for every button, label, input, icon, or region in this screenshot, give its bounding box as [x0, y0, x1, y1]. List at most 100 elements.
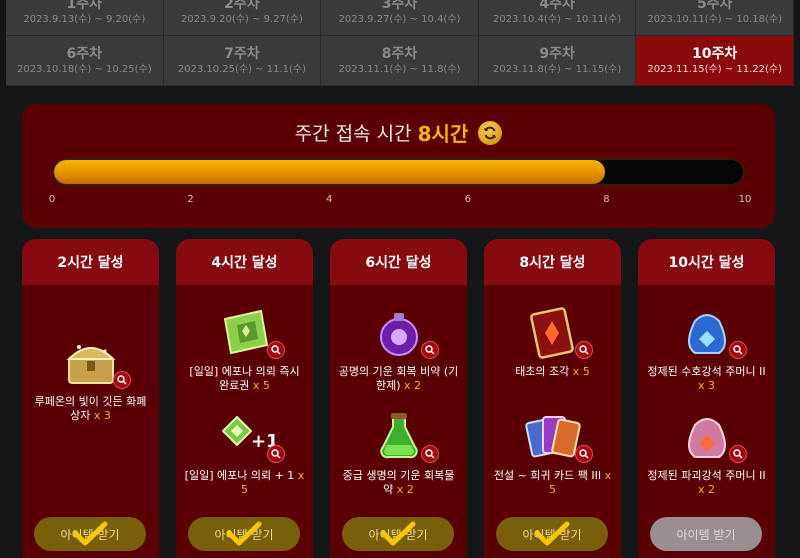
magnifier-glyph	[270, 449, 281, 459]
zoom-icon[interactable]	[574, 341, 593, 359]
reward-item-name: 정제된 파괴강석 주머니 II x 2	[647, 469, 767, 497]
primal-shard-icon	[523, 305, 583, 361]
reward-item-name: 중급 생명의 기운 회복물약 x 2	[339, 469, 459, 497]
reward-item: 태초의 조각 x 5	[484, 305, 621, 379]
progress-tick: 4	[326, 194, 333, 205]
reward-card: 4시간 달성 [일일] 에포나 의뢰 즉시 완료권 x 5 +1 [일일] 에포나 의…	[176, 239, 313, 558]
reward-item-name: 루페온의 빛이 깃든 화폐 상자 x 3	[31, 395, 151, 423]
reward-item-label: 전설 ~ 희귀 카드 팩 III	[493, 469, 605, 482]
reward-item-icon-wrap	[677, 409, 747, 465]
week-range: 2023.10.4(수) ~ 10.11(수)	[492, 13, 622, 25]
check-glyph	[72, 521, 108, 546]
treasure-chest-icon	[61, 335, 121, 391]
reward-item-name: 정제된 수호강석 주머니 II x 3	[647, 365, 767, 393]
reward-card-body: 루페온의 빛이 깃든 화폐 상자 x 3 아이템 받기	[22, 285, 159, 558]
reward-item-name: [일일] 에포나 의뢰 + 1 x 5	[185, 469, 305, 497]
week-tab-2[interactable]: 2주차 2023.9.20(수) ~ 9.27(수)	[163, 0, 322, 36]
refresh-icon[interactable]	[478, 120, 503, 145]
reward-item-icon-wrap	[369, 305, 439, 361]
magnifier-glyph	[424, 345, 435, 355]
week-tab-6[interactable]: 6주차 2023.10.18(수) ~ 10.25(수)	[6, 36, 164, 86]
reward-item: 정제된 파괴강석 주머니 II x 2	[638, 409, 775, 497]
reward-item-name: [일일] 에포나 의뢰 즉시 완료권 x 5	[185, 365, 305, 393]
magnifier-glyph	[732, 449, 743, 459]
green-potion-icon	[369, 409, 429, 465]
reward-card-title: 8시간 달성	[484, 239, 621, 285]
week-tab-7[interactable]: 7주차 2023.10.25(수) ~ 11.1(수)	[163, 36, 322, 86]
claimed-check-icon	[188, 517, 300, 551]
reward-card-body: [일일] 에포나 의뢰 즉시 완료권 x 5 +1 [일일] 에포나 의뢰 + 1 …	[176, 285, 313, 558]
week-range: 2023.9.27(수) ~ 10.4(수)	[338, 13, 461, 25]
week-range: 2023.10.18(수) ~ 10.25(수)	[16, 63, 152, 75]
reward-item-name: 공명의 기운 회복 비약 (기한제) x 2	[339, 365, 459, 393]
check-glyph	[380, 521, 416, 546]
reward-item-label: [일일] 에포나 의뢰 즉시 완료권	[189, 365, 300, 392]
week-label: 5주차	[696, 0, 733, 12]
playtime-progress-fill	[54, 160, 606, 184]
week-label: 4주차	[539, 0, 575, 12]
week-tab-1[interactable]: 1주차 2023.9.13(수) ~ 9.20(수)	[6, 0, 164, 36]
claim-item-button[interactable]: 아이템 받기	[34, 517, 146, 551]
reward-item-icon-wrap	[369, 409, 439, 465]
week-label: 7주차	[224, 45, 260, 62]
claim-item-button[interactable]: 아이템 받기	[342, 517, 454, 551]
reward-item-label: 정제된 수호강석 주머니 II	[647, 365, 766, 378]
reward-item: [일일] 에포나 의뢰 즉시 완료권 x 5	[176, 305, 313, 393]
reward-card-body: 정제된 수호강석 주머니 II x 3 정제된 파괴강석 주머니 II x 2 아이…	[638, 285, 775, 558]
week-label: 2주차	[224, 0, 260, 12]
zoom-icon[interactable]	[266, 341, 285, 359]
reward-item-qty: x 2	[404, 379, 422, 392]
playtime-progress-bar	[52, 158, 745, 186]
week-tab-10[interactable]: 10주차 2023.11.15(수) ~ 11.22(수)	[636, 36, 794, 86]
week-grid: 1주차 2023.9.13(수) ~ 9.20(수) 2주차 2023.9.20(수…	[6, 0, 794, 86]
claim-item-button[interactable]: 아이템 받기	[496, 517, 608, 551]
zoom-icon[interactable]	[574, 445, 593, 463]
reward-card-title: 4시간 달성	[176, 239, 313, 285]
card-pack-icon	[523, 409, 583, 465]
zoom-icon[interactable]	[728, 445, 747, 463]
week-range: 2023.10.25(수) ~ 11.1(수)	[177, 63, 307, 75]
week-label: 1주차	[66, 0, 103, 12]
reward-item-icon-wrap	[215, 305, 285, 361]
claim-item-button[interactable]: 아이템 받기	[650, 517, 762, 551]
reward-card-title: 10시간 달성	[638, 239, 775, 285]
magnifier-glyph	[578, 345, 589, 355]
claimed-check-icon	[496, 517, 608, 551]
epona-plus-icon: +1	[215, 409, 278, 465]
magnifier-glyph	[270, 345, 281, 355]
reward-item-icon-wrap	[677, 305, 747, 361]
blue-pouch-icon	[677, 305, 737, 361]
check-glyph	[534, 521, 570, 546]
progress-tick: 10	[738, 194, 752, 205]
claim-item-button[interactable]: 아이템 받기	[188, 517, 300, 551]
reward-item-qty: x 2	[396, 483, 414, 496]
zoom-icon[interactable]	[420, 445, 439, 463]
reward-item-label: 공명의 기운 회복 비약 (기한제)	[338, 365, 459, 392]
week-tab-5[interactable]: 5주차 2023.10.11(수) ~ 10.18(수)	[636, 0, 794, 36]
week-tab-4[interactable]: 4주차 2023.10.4(수) ~ 10.11(수)	[478, 0, 637, 36]
zoom-icon[interactable]	[420, 341, 439, 359]
zoom-icon[interactable]	[112, 371, 131, 389]
zoom-icon[interactable]	[266, 445, 285, 463]
magnifier-glyph	[732, 345, 743, 355]
reward-item: 전설 ~ 희귀 카드 팩 III x 5	[484, 409, 621, 497]
week-range: 2023.11.15(수) ~ 11.22(수)	[647, 63, 783, 75]
progress-tick: 6	[464, 194, 471, 205]
reward-item-qty: x 3	[93, 409, 111, 422]
week-tab-3[interactable]: 3주차 2023.9.27(수) ~ 10.4(수)	[321, 0, 479, 36]
week-tab-8[interactable]: 8주차 2023.11.1(수) ~ 11.8(수)	[321, 36, 479, 86]
week-range: 2023.9.20(수) ~ 9.27(수)	[180, 13, 303, 25]
reward-item-qty: x 5	[572, 365, 590, 378]
week-range: 2023.11.8(수) ~ 11.15(수)	[492, 63, 622, 75]
weekly-playtime-panel: 주간 접속 시간 8시간 0 2 4 6 8 10	[22, 104, 775, 228]
reward-item-label: 정제된 파괴강석 주머니 II	[647, 469, 766, 482]
week-tab-9[interactable]: 9주차 2023.11.8(수) ~ 11.15(수)	[478, 36, 637, 86]
week-range: 2023.11.1(수) ~ 11.8(수)	[338, 63, 461, 75]
reward-item-icon-wrap	[523, 409, 593, 465]
reward-card: 6시간 달성 공명의 기운 회복 비약 (기한제) x 2 중급 생명의 기운 회복…	[330, 239, 467, 558]
refresh-arrows-icon	[484, 126, 497, 139]
reward-item-qty: x 5	[252, 379, 270, 392]
magnifier-glyph	[578, 449, 589, 459]
scroll-ticket-icon	[215, 305, 275, 361]
zoom-icon[interactable]	[728, 341, 747, 359]
